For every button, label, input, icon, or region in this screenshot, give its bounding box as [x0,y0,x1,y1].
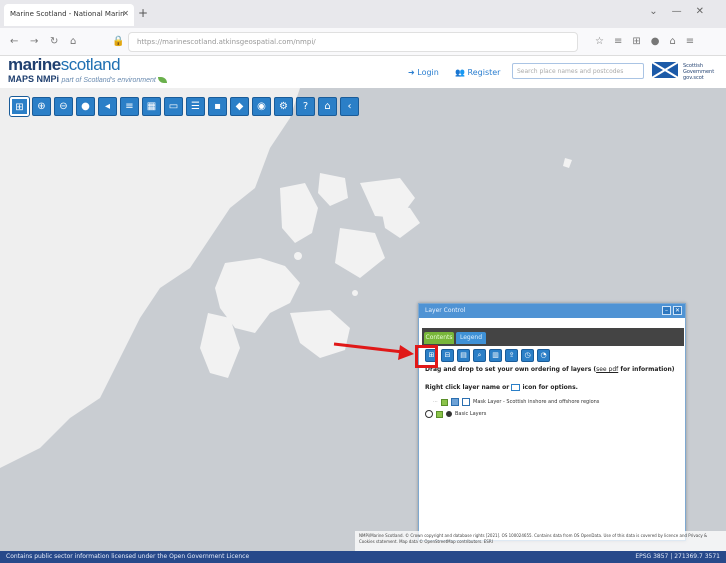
drag-drop-instructions: Drag and drop to set your own ordering o… [425,366,681,374]
grid-icon[interactable]: ▦ [142,97,161,116]
panel-title: Layer Control [425,307,466,314]
filter-icon[interactable]: ▥ [489,349,502,362]
time-icon[interactable]: ◔ [537,349,550,362]
logo-sub: MAPS NMPi [8,74,60,84]
instruction-text-end: for information) [618,366,675,373]
instruction-2a: Right click layer name or [425,384,510,391]
close-tab-icon[interactable]: ✕ [122,9,129,18]
search-layer-icon[interactable]: ⌕ [473,349,486,362]
status-left: Contains public sector information licen… [6,553,250,560]
browser-tab[interactable]: Marine Scotland - National Marin ✕ [4,4,134,26]
home-icon[interactable]: ⌂ [318,97,337,116]
browser-nav-bar: ← → ↻ ⌂ 🔒 https://marinescotland.atkinsg… [0,28,726,56]
url-bar[interactable]: https://marinescotland.atkinsgeospatial.… [128,32,578,52]
add-data-icon[interactable]: ⊞ [9,96,30,117]
home-icon[interactable]: ⌂ [70,36,76,47]
layer-checkbox[interactable] [441,398,448,406]
minimize-icon[interactable]: – [662,306,671,315]
instruction-2b: icon for options. [522,384,578,391]
panel-tools: ⊞ ⊟ ▤ ⌕ ▥ ⇪ ◷ ◔ [425,349,550,362]
zoom-out-icon[interactable]: ⊖ [54,97,73,116]
layer-icon [451,398,459,406]
browser-tab-bar: Marine Scotland - National Marin ✕ + ⌄—✕ [0,0,726,28]
search-placeholder: Search place names and postcodes [517,68,624,75]
window-controls[interactable]: ⌄—✕ [649,6,718,17]
visibility-icon[interactable] [425,410,433,418]
highlight-box [415,345,438,368]
bookmark-icon[interactable]: ▪ [208,97,227,116]
site-header: marinescotland MAPS NMPi part of Scotlan… [0,55,726,88]
layer-name[interactable]: Mask Layer - Scottish inshore and offsho… [473,399,599,405]
new-tab-icon[interactable]: + [138,6,148,20]
status-bar: Contains public sector information licen… [0,551,726,563]
forward-icon[interactable]: → [30,36,38,47]
panel-window-buttons: – ✕ [662,306,682,315]
pdf-link[interactable]: see pdf [596,366,618,373]
map-toolbar: ⊞ ⊕ ⊖ ● ◂ ≡ ▦ ▭ ☰ ▪ ◆ ◉ ⚙ ? ⌂ ‹ [9,96,359,119]
right-click-instructions: Right click layer name or icon for optio… [425,384,578,391]
layer-control-panel: Layer Control – ✕ Contents Legend ⊞ ⊟ ▤ … [418,303,686,541]
layers-icon[interactable]: ☰ [186,97,205,116]
instruction-text: Drag and drop to set your own ordering o… [425,366,597,373]
lock-icon: 🔒 [112,36,125,47]
layer-group-name[interactable]: Basic Layers [455,411,486,417]
tab-legend[interactable]: Legend [456,332,486,344]
land-islet [352,290,358,296]
tab-title: Marine Scotland - National Marin [10,10,125,18]
measure-icon[interactable]: ≡ [120,97,139,116]
place-search-input[interactable]: Search place names and postcodes [512,63,644,79]
layer-options-icon[interactable] [462,398,470,406]
tab-contents[interactable]: Contents [424,332,454,344]
coordinate-readout: EPSG 3857 | 271369.7 3571 [635,553,720,560]
settings-icon[interactable] [446,411,452,417]
close-icon[interactable]: ✕ [673,306,682,315]
layer-row[interactable]: ⋯ Mask Layer - Scottish inshore and offs… [433,398,599,406]
collapse-icon[interactable]: ‹ [340,97,359,116]
land-fair-isle [563,158,572,168]
zoom-in-icon[interactable]: ⊕ [32,97,51,116]
site-logo[interactable]: marinescotland [8,55,121,75]
print-icon[interactable]: ▭ [164,97,183,116]
shape-icon[interactable]: ◆ [230,97,249,116]
remove-layer-icon[interactable]: ⊟ [441,349,454,362]
url-text: https://marinescotland.atkinsgeospatial.… [137,38,316,46]
register-link[interactable]: 👥 Register [455,68,500,77]
info-icon[interactable]: ◉ [252,97,271,116]
land-orkney-sanday [380,203,420,238]
login-label: Login [417,68,439,77]
upload-icon[interactable]: ⇪ [505,349,518,362]
tree-line: ⋯ [433,399,438,405]
reload-icon[interactable]: ↻ [50,36,58,47]
back-icon[interactable]: ← [10,36,18,47]
folder-icon[interactable]: ▤ [457,349,470,362]
browser-toolbar-icons[interactable]: ☆≡⊞●⌂≡ [595,36,704,47]
logo-primary: marine [8,55,61,74]
land-islet [294,252,302,260]
gov-logo-text: Scottish Government gov.scot [683,63,715,81]
settings-icon[interactable]: ⚙ [274,97,293,116]
land-orkney-north [280,183,318,243]
layer-group-row[interactable]: Basic Layers [425,410,486,418]
options-icon [511,384,521,391]
help-icon[interactable]: ? [296,97,315,116]
saltire-flag-icon [652,62,678,78]
login-link[interactable]: ➜ Login [408,68,439,77]
land-orkney-ne2 [335,228,385,278]
clock-icon[interactable]: ◷ [521,349,534,362]
register-label: Register [467,68,501,77]
globe-icon[interactable]: ● [76,97,95,116]
logo-subtitle: MAPS NMPi part of Scotland's environment [8,74,167,84]
group-checkbox[interactable] [436,410,443,418]
logo-secondary: scotland [60,55,121,74]
back-icon[interactable]: ◂ [98,97,117,116]
map-attribution: NMPi/Marine Scotland. © Crown copyright … [355,531,726,551]
logo-tagline: part of Scotland's environment [61,77,156,84]
panel-title-bar[interactable]: Layer Control – ✕ [419,304,685,318]
leaf-icon [157,76,167,83]
land-orkney-north2 [318,173,348,206]
land-orkney-east [290,310,350,358]
